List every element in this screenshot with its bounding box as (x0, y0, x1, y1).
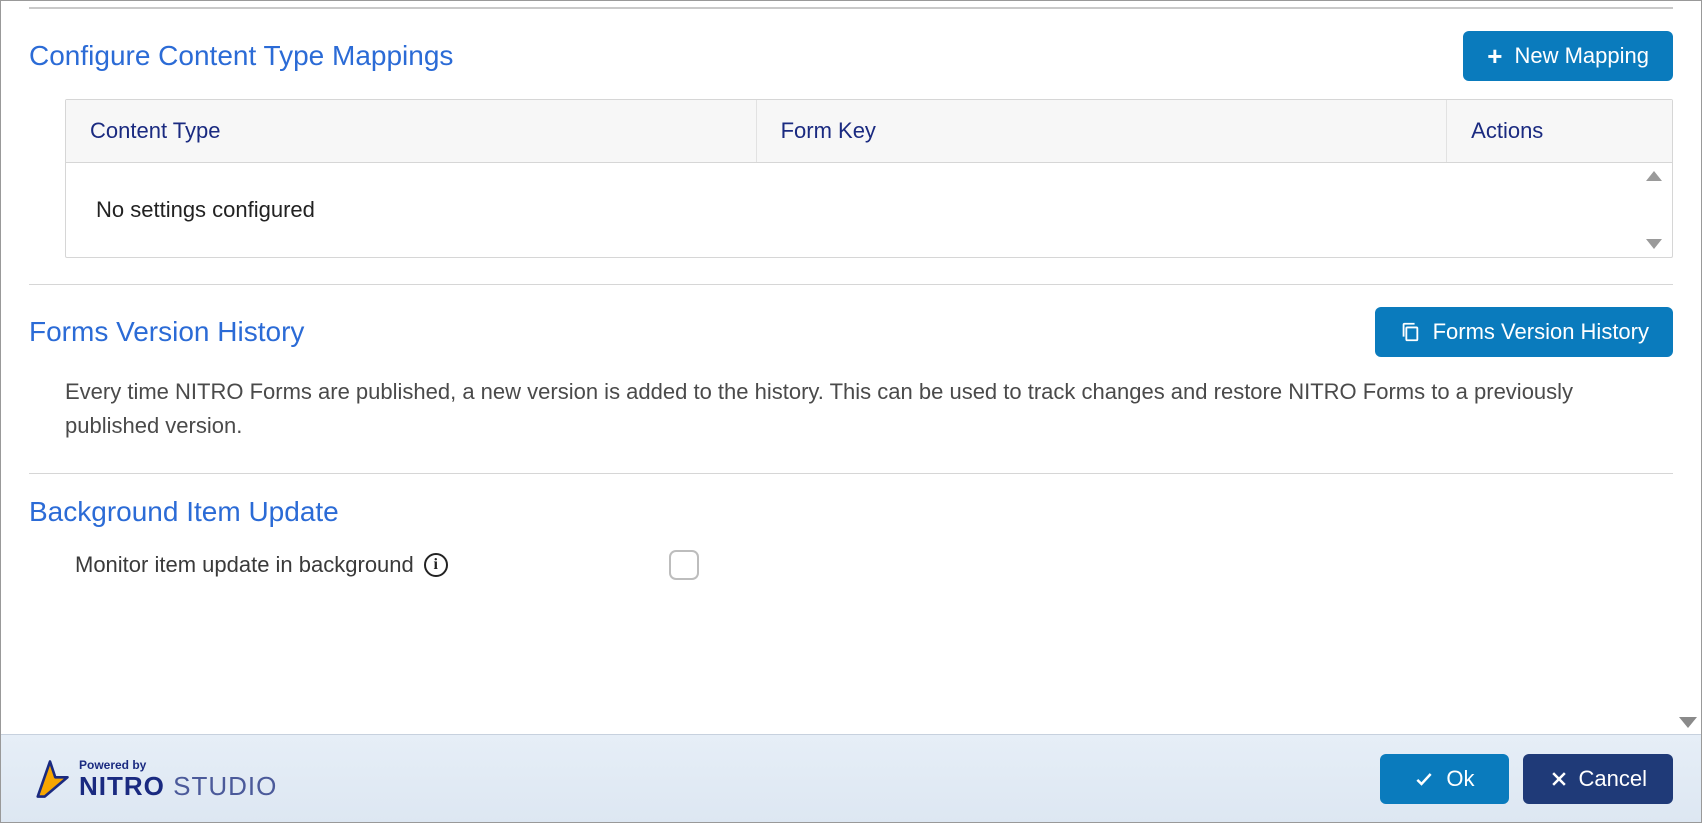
divider (29, 284, 1673, 285)
brand-name-main: NITRO (79, 771, 165, 801)
settings-dialog: Configure Content Type Mappings + New Ma… (0, 0, 1702, 823)
info-icon[interactable]: i (424, 553, 448, 577)
nitro-bolt-icon (29, 758, 71, 800)
close-icon (1549, 769, 1569, 789)
panel-scroll-down-icon[interactable] (1679, 717, 1697, 728)
footer-buttons: Ok Cancel (1380, 754, 1673, 804)
history-header-row: Forms Version History Forms Version Hist… (29, 307, 1673, 357)
scroll-up-icon[interactable] (1646, 171, 1662, 181)
monitor-background-checkbox[interactable] (669, 550, 699, 580)
divider (29, 473, 1673, 474)
column-form-key[interactable]: Form Key (757, 100, 1448, 162)
check-icon (1414, 769, 1434, 789)
plus-icon: + (1487, 43, 1502, 69)
monitor-background-label-text: Monitor item update in background (75, 552, 414, 578)
history-description: Every time NITRO Forms are published, a … (65, 375, 1673, 443)
brand-name: NITRO STUDIO (79, 773, 277, 799)
history-title: Forms Version History (29, 316, 304, 348)
new-mapping-button-label: New Mapping (1514, 43, 1649, 69)
mappings-title: Configure Content Type Mappings (29, 40, 453, 72)
column-content-type[interactable]: Content Type (66, 100, 757, 162)
column-actions: Actions (1447, 100, 1624, 162)
brand-logo-text: Powered by NITRO STUDIO (79, 759, 277, 799)
dialog-footer: Powered by NITRO STUDIO Ok Cancel (1, 734, 1701, 822)
brand-name-suffix: STUDIO (173, 771, 277, 801)
scroll-down-icon[interactable] (1646, 239, 1662, 249)
new-mapping-button[interactable]: + New Mapping (1463, 31, 1673, 81)
copy-icon (1399, 321, 1421, 343)
table-body: No settings configured (66, 163, 1672, 257)
monitor-background-row: Monitor item update in background i (75, 550, 1673, 580)
mappings-table: Content Type Form Key Actions No setting… (65, 99, 1673, 258)
powered-by-text: Powered by (79, 759, 277, 771)
forms-version-history-button-label: Forms Version History (1433, 319, 1649, 345)
ok-button-label: Ok (1446, 766, 1474, 792)
cancel-button-label: Cancel (1579, 766, 1647, 792)
column-scroll-spacer (1624, 100, 1672, 162)
ok-button[interactable]: Ok (1380, 754, 1508, 804)
divider (29, 7, 1673, 9)
table-scrollbar[interactable] (1636, 163, 1672, 257)
table-header: Content Type Form Key Actions (66, 100, 1672, 163)
forms-version-history-button[interactable]: Forms Version History (1375, 307, 1673, 357)
brand-logo-mark (29, 758, 71, 800)
background-update-title: Background Item Update (29, 496, 1673, 528)
empty-state-message: No settings configured (66, 163, 1636, 257)
monitor-background-label: Monitor item update in background i (75, 552, 655, 578)
cancel-button[interactable]: Cancel (1523, 754, 1673, 804)
mappings-header-row: Configure Content Type Mappings + New Ma… (29, 31, 1673, 81)
brand-logo: Powered by NITRO STUDIO (29, 758, 277, 800)
dialog-content: Configure Content Type Mappings + New Ma… (1, 1, 1701, 734)
